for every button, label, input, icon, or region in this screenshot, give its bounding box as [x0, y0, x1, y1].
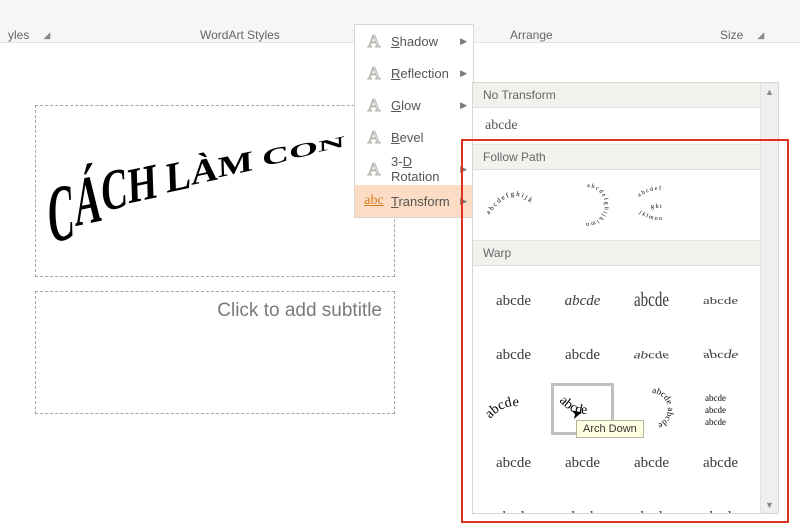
section-body-follow-path: a b c d e f g h i j k a b c d e f g h i …	[473, 170, 761, 240]
gallery-scrollbar[interactable]: ▲ ▼	[760, 83, 778, 513]
section-header-no-transform: No Transform	[473, 83, 761, 108]
thumb-warp[interactable]: abcde	[692, 440, 749, 486]
submenu-arrow-icon: ▶	[460, 196, 467, 207]
text-effects-menu: A Shadow ▶ A Reflection ▶ A Glow ▶ A Bev…	[354, 24, 474, 218]
thumb-warp[interactable]: abcde	[692, 494, 749, 513]
glow-icon: A	[363, 95, 385, 116]
wordart-title-text[interactable]: CÁCH LÀM CON	[47, 119, 346, 227]
thumb-follow-path-arch[interactable]: a b c d e f g h i j k	[485, 182, 545, 228]
ribbon-group-styles-label: yles	[8, 28, 29, 42]
scroll-down-icon[interactable]: ▼	[761, 496, 778, 513]
svg-text:a b c d e f g h i j k: a b c d e f g h i j k	[484, 190, 534, 216]
thumb-warp[interactable]: abcde	[623, 278, 680, 324]
menu-item-3d-rotation[interactable]: A 3-D Rotation ▶	[355, 153, 473, 185]
scroll-up-icon[interactable]: ▲	[761, 83, 778, 100]
menu-item-bevel[interactable]: A Bevel	[355, 121, 473, 153]
svg-text:g h i: g h i	[651, 204, 662, 210]
tooltip-arch-down: Arch Down	[576, 420, 644, 438]
thumb-warp[interactable]: abcde	[554, 278, 611, 324]
dialog-launcher-icon[interactable]: ◢	[757, 30, 764, 41]
thumb-follow-path-button[interactable]: a b c d e f g h i j k l m n o	[629, 182, 689, 228]
thumb-no-transform[interactable]: abcde	[479, 116, 755, 136]
menu-item-label: Shadow	[385, 34, 460, 49]
menu-item-label: Bevel	[385, 130, 467, 145]
section-body-no-transform: abcde	[473, 108, 761, 144]
transform-icon: abc	[363, 193, 385, 209]
menu-item-label: Transform	[385, 194, 460, 209]
ribbon-group-size: Size ◢	[720, 0, 764, 48]
ribbon-group-wordart: WordArt Styles	[200, 0, 340, 48]
shadow-icon: A	[363, 31, 385, 52]
svg-text:j k l m n o: j k l m n o	[637, 209, 662, 222]
ribbon-group-wordart-label: WordArt Styles	[200, 28, 280, 42]
thumb-warp[interactable]: abcde	[692, 278, 749, 324]
submenu-arrow-icon: ▶	[460, 164, 467, 175]
thumb-warp[interactable]: abcde	[485, 332, 542, 378]
thumb-warp[interactable]: abcde	[485, 278, 542, 324]
ribbon-group-size-label: Size	[720, 28, 743, 42]
svg-text:abcde: abcde	[482, 395, 519, 422]
section-header-follow-path: Follow Path	[473, 144, 761, 170]
menu-item-transform[interactable]: abc Transform ▶	[355, 185, 473, 217]
section-header-warp: Warp	[473, 240, 761, 266]
dialog-launcher-icon[interactable]: ◢	[43, 30, 50, 41]
svg-text:abcde: abcde	[705, 417, 726, 427]
thumb-warp[interactable]: abcde	[554, 494, 611, 513]
svg-text:a b c d e f: a b c d e f	[637, 185, 661, 199]
rotation-icon: A	[363, 159, 385, 180]
thumb-warp[interactable]: abcde	[623, 440, 680, 486]
thumb-warp[interactable]: abcde	[554, 332, 611, 378]
ribbon-group-arrange-label: Arrange	[510, 28, 553, 42]
title-placeholder[interactable]: CÁCH LÀM CON	[35, 105, 395, 277]
thumb-warp-button[interactable]: abcde abcde abcde	[692, 386, 749, 432]
menu-item-glow[interactable]: A Glow ▶	[355, 89, 473, 121]
reflection-icon: A	[363, 63, 385, 84]
svg-text:abcde: abcde	[705, 393, 726, 403]
ribbon-group-styles: yles ◢	[0, 0, 168, 48]
thumb-warp[interactable]: abcde	[623, 332, 680, 378]
menu-item-reflection[interactable]: A Reflection ▶	[355, 57, 473, 89]
thumb-follow-path-circle[interactable]: a b c d e f g h i j k l m n	[557, 182, 617, 228]
menu-item-label: Reflection	[385, 66, 460, 81]
thumb-warp[interactable]: abcde	[485, 494, 542, 513]
submenu-arrow-icon: ▶	[460, 100, 467, 111]
submenu-arrow-icon: ▶	[460, 36, 467, 47]
thumb-warp[interactable]: abcde	[623, 494, 680, 513]
thumb-warp[interactable]: abcde	[485, 440, 542, 486]
ribbon-group-arrange: Arrange	[510, 0, 553, 48]
svg-text:abcde abcde: abcde abcde	[651, 385, 675, 431]
gallery-scroll-area: No Transform abcde Follow Path a b c d e…	[473, 83, 761, 513]
menu-item-label: 3-D Rotation	[385, 154, 460, 184]
thumb-warp[interactable]: abcde	[692, 332, 749, 378]
svg-text:abcde: abcde	[705, 405, 726, 415]
thumb-warp-arch-up[interactable]: abcde	[485, 386, 542, 432]
submenu-arrow-icon: ▶	[460, 68, 467, 79]
bevel-icon: A	[363, 127, 385, 148]
subtitle-placeholder-text: Click to add subtitle	[217, 300, 382, 322]
thumb-warp[interactable]: abcde	[554, 440, 611, 486]
menu-item-label: Glow	[385, 98, 460, 113]
menu-item-shadow[interactable]: A Shadow ▶	[355, 25, 473, 57]
slide-canvas: CÁCH LÀM CON Click to add subtitle	[35, 105, 395, 405]
section-body-warp: abcde abcde abcde abcde abcde abcde abcd…	[473, 266, 761, 513]
transform-gallery: No Transform abcde Follow Path a b c d e…	[472, 82, 779, 514]
subtitle-placeholder[interactable]: Click to add subtitle	[35, 291, 395, 414]
svg-text:a b c d e f g h i j k l m n: a b c d e f g h i j k l m n	[586, 183, 609, 227]
